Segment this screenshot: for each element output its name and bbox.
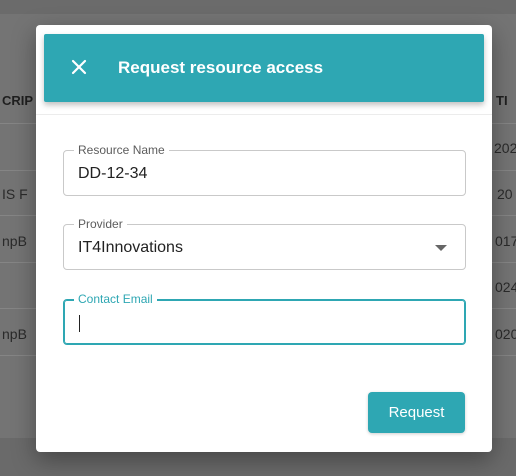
bg-cell: npB [2, 233, 27, 249]
bg-cell: 020 [495, 326, 516, 342]
dialog-title: Request resource access [118, 58, 324, 77]
provider-select[interactable]: Provider IT4Innovations [63, 217, 466, 270]
bg-cell: 20 [497, 186, 513, 202]
text-cursor [79, 315, 80, 332]
dialog-header: Request resource access [44, 34, 484, 102]
close-icon[interactable] [70, 58, 88, 76]
provider-value: IT4Innovations [78, 239, 183, 256]
resource-name-value: DD-12-34 [78, 165, 148, 182]
bg-column-header-right: TI [496, 93, 508, 108]
contact-email-label: Contact Email [74, 292, 157, 306]
bg-cell: 017 [495, 233, 516, 249]
resource-name-field[interactable]: Resource Name DD-12-34 [63, 143, 466, 196]
page-top-bar [0, 0, 516, 14]
bg-cell: 024 [495, 279, 516, 295]
bg-column-header-left: CRIP [2, 93, 34, 108]
dropdown-arrow-icon[interactable] [435, 245, 447, 251]
request-access-dialog: Request resource access Resource Name DD… [36, 25, 492, 452]
header-divider [36, 114, 492, 115]
contact-email-field[interactable]: Contact Email [63, 292, 466, 345]
bg-cell: IS F [2, 186, 28, 202]
request-button[interactable]: Request [368, 392, 465, 433]
bg-cell: npB [2, 326, 27, 342]
bg-cell: 202 [494, 140, 516, 156]
